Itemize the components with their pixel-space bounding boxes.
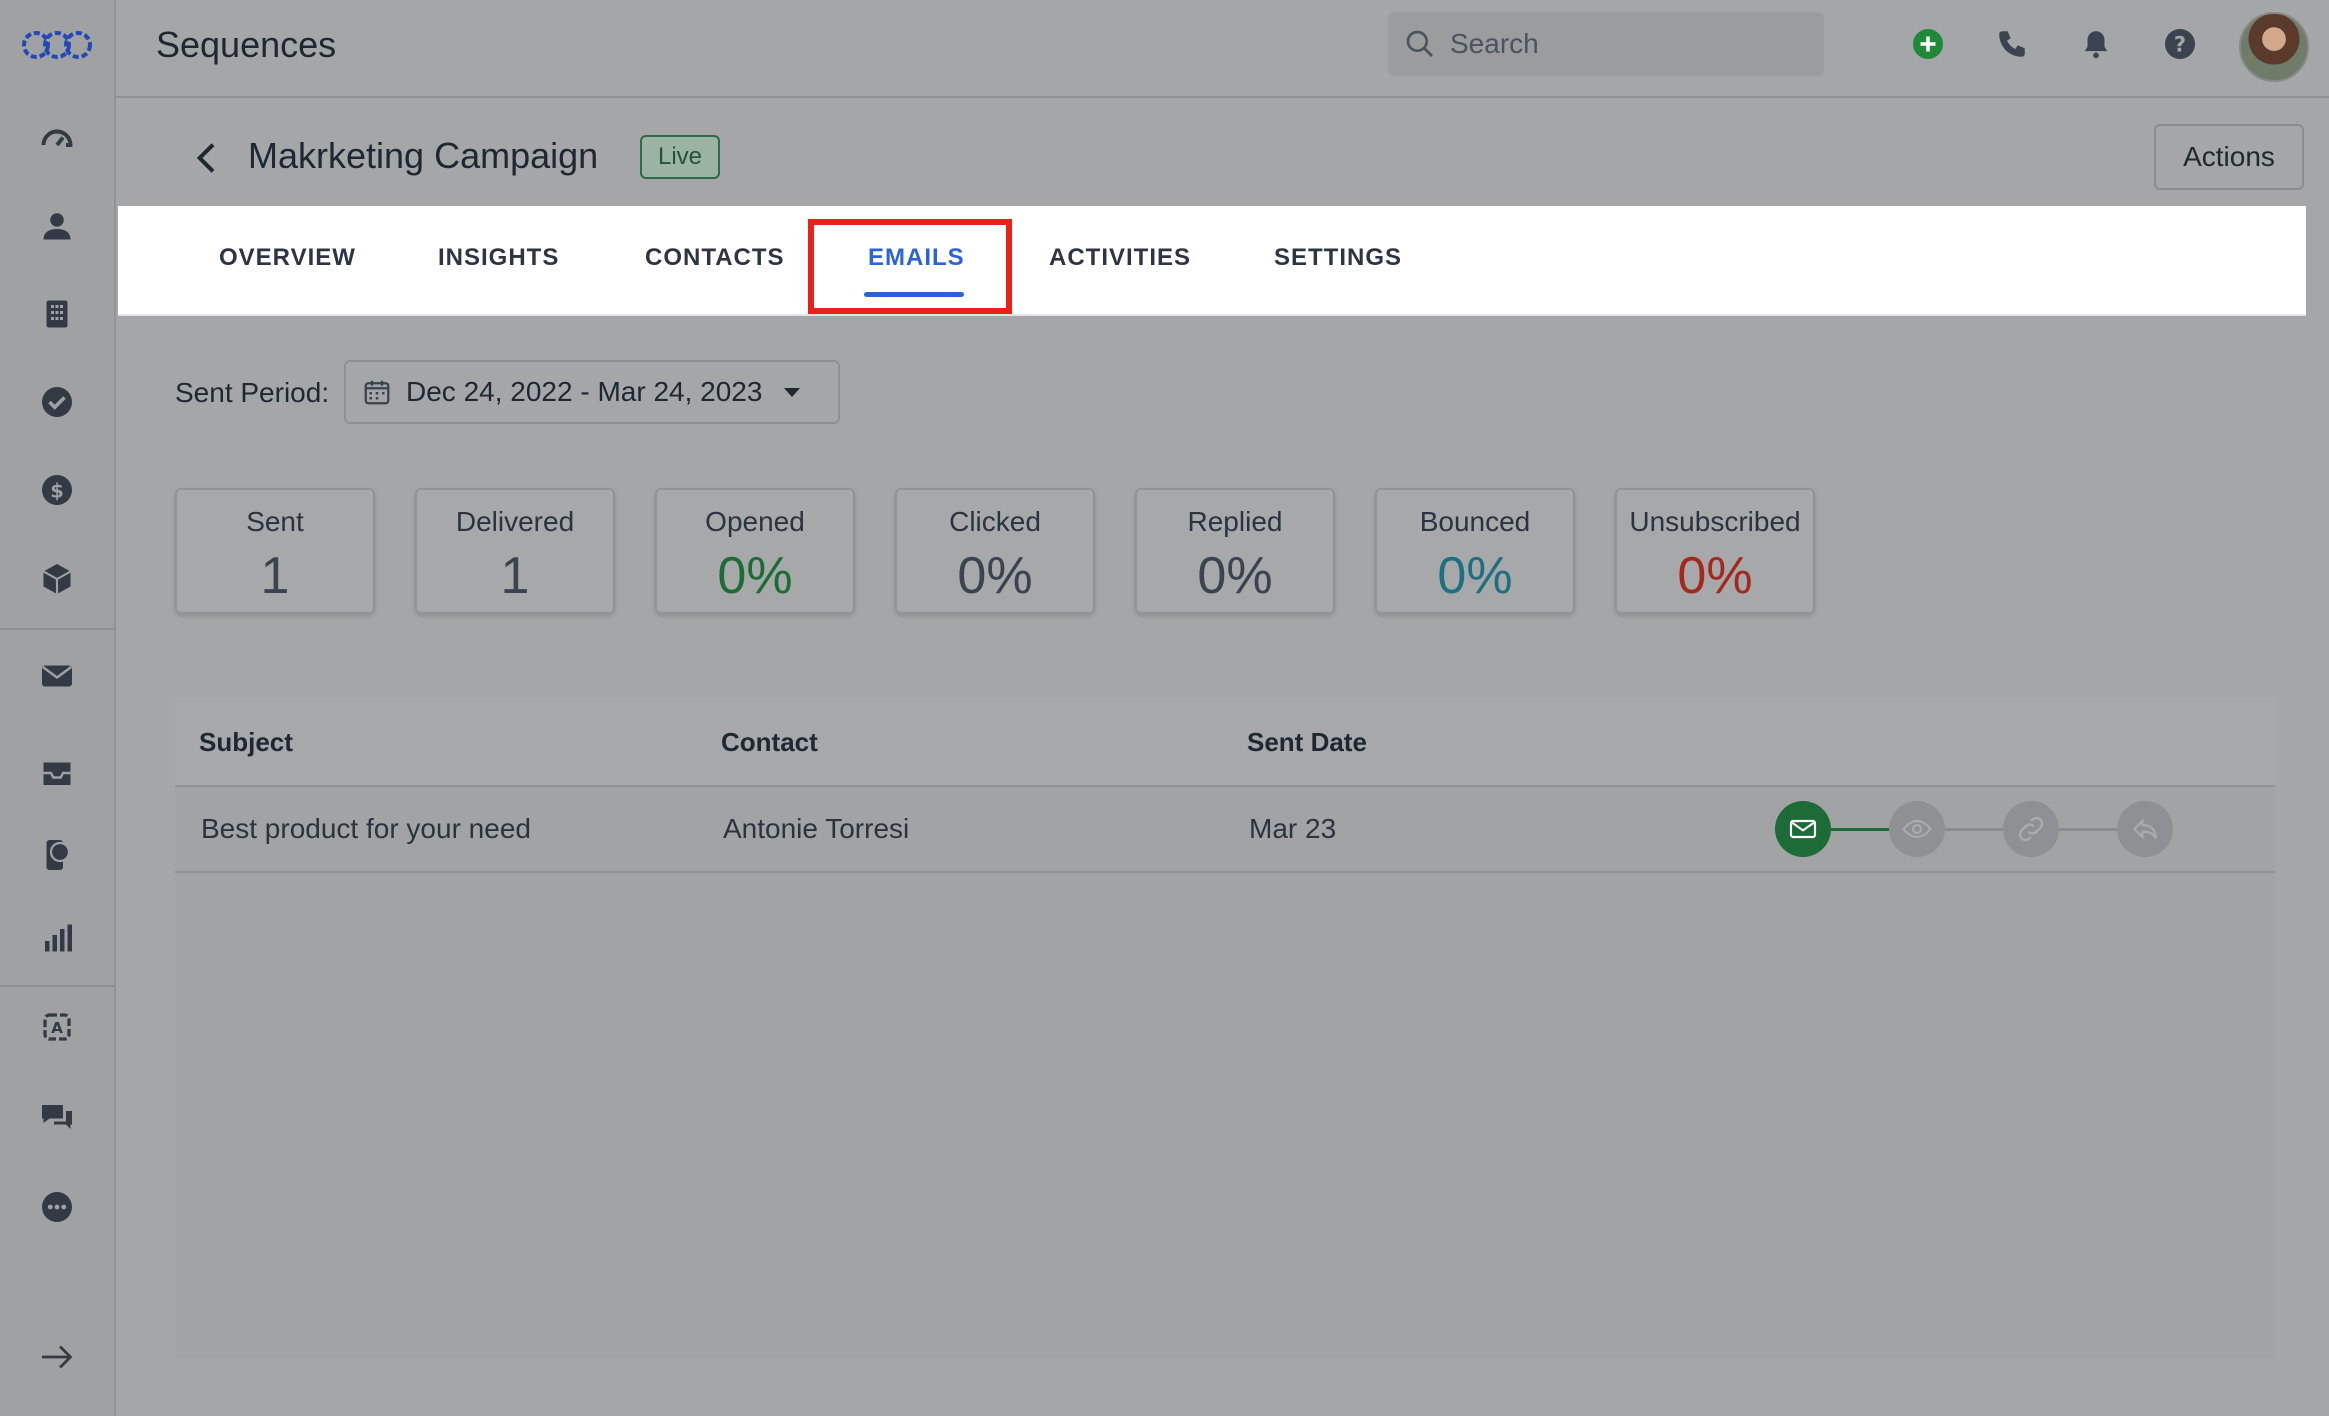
stat-card-replied: Replied 0% bbox=[1135, 488, 1335, 614]
emails-table: Subject Contact Sent Date Best product f… bbox=[175, 697, 2275, 1359]
cell-subject: Best product for your need bbox=[201, 813, 531, 844]
stat-label: Unsubscribed bbox=[1629, 506, 1801, 537]
phone-chat-icon[interactable] bbox=[36, 834, 78, 876]
stat-value: 0% bbox=[717, 547, 793, 605]
app-logo-icon[interactable] bbox=[20, 28, 94, 62]
chevron-left-icon bbox=[196, 143, 215, 173]
tab-overview[interactable]: OVERVIEW bbox=[219, 244, 356, 272]
page-title: Makrketing Campaign bbox=[248, 135, 599, 176]
status-badge: Live bbox=[640, 135, 721, 179]
stat-value: 1 bbox=[500, 547, 530, 605]
tracker-connector bbox=[2059, 828, 2117, 831]
sent-period-label: Sent Period: bbox=[175, 377, 330, 408]
svg-text:$: $ bbox=[50, 480, 64, 503]
tab-contacts[interactable]: CONTACTS bbox=[645, 244, 785, 272]
inbox-icon[interactable] bbox=[36, 752, 78, 794]
cell-sent-date: Mar 23 bbox=[1249, 813, 1337, 844]
contacts-icon[interactable] bbox=[36, 205, 78, 247]
svg-text:?: ? bbox=[2174, 33, 2186, 57]
tab-insights[interactable]: INSIGHTS bbox=[438, 244, 559, 272]
actions-button[interactable]: Actions bbox=[2154, 124, 2304, 190]
replied-icon bbox=[2117, 801, 2173, 857]
phone-icon[interactable] bbox=[1992, 24, 2032, 64]
clicked-icon bbox=[2003, 801, 2059, 857]
tracker-connector bbox=[1945, 828, 2003, 831]
stat-label: Clicked bbox=[949, 506, 1041, 537]
stat-card-unsubscribed: Unsubscribed 0% bbox=[1615, 488, 1815, 614]
caret-down-icon bbox=[784, 387, 801, 397]
left-sidebar: $ A bbox=[0, 0, 116, 1416]
sent-icon bbox=[1775, 801, 1831, 857]
search-icon bbox=[1406, 30, 1433, 57]
stat-card-bounced: Bounced 0% bbox=[1375, 488, 1575, 614]
column-header-contact[interactable]: Contact bbox=[721, 727, 818, 758]
conversations-icon[interactable] bbox=[36, 1096, 78, 1138]
stat-value: 0% bbox=[1197, 547, 1273, 605]
help-icon[interactable]: ? bbox=[2160, 24, 2200, 64]
table-header: Subject Contact Sent Date bbox=[175, 697, 2275, 787]
accounts-icon[interactable] bbox=[36, 293, 78, 335]
user-avatar[interactable] bbox=[2239, 12, 2309, 82]
email-status-tracker bbox=[1775, 801, 2185, 857]
stat-card-clicked: Clicked 0% bbox=[895, 488, 1095, 614]
stat-card-opened: Opened 0% bbox=[655, 488, 855, 614]
sidebar-divider bbox=[0, 628, 114, 630]
calendar-icon bbox=[364, 380, 390, 405]
stat-card-sent: Sent 1 bbox=[175, 488, 375, 614]
tracker-connector bbox=[1831, 828, 1889, 831]
column-header-subject[interactable]: Subject bbox=[199, 727, 293, 758]
notifications-bell-icon[interactable] bbox=[2076, 24, 2116, 64]
search-input[interactable] bbox=[1448, 27, 1812, 61]
table-row[interactable]: Best product for your need Antonie Torre… bbox=[175, 787, 2275, 873]
reports-icon[interactable] bbox=[36, 917, 78, 959]
stat-value: 0% bbox=[1677, 547, 1753, 605]
tasks-icon[interactable] bbox=[36, 381, 78, 423]
stat-value: 0% bbox=[957, 547, 1033, 605]
back-button[interactable] bbox=[188, 138, 228, 178]
more-icon[interactable] bbox=[36, 1186, 78, 1228]
products-icon[interactable] bbox=[36, 558, 78, 600]
stat-value: 1 bbox=[260, 547, 290, 605]
stat-label: Replied bbox=[1187, 506, 1283, 537]
svg-text:A: A bbox=[51, 1019, 63, 1037]
dashboard-icon[interactable] bbox=[36, 118, 78, 160]
opened-icon bbox=[1889, 801, 1945, 857]
stat-label: Delivered bbox=[455, 506, 575, 537]
sidebar-divider bbox=[0, 985, 114, 987]
add-icon[interactable] bbox=[1908, 24, 1948, 64]
deals-icon[interactable]: $ bbox=[36, 469, 78, 511]
cell-contact[interactable]: Antonie Torresi bbox=[723, 813, 909, 845]
stat-label: Sent bbox=[246, 506, 304, 537]
top-bar: Sequences ? bbox=[116, 0, 2329, 98]
email-icon[interactable] bbox=[36, 655, 78, 697]
tab-bar: OVERVIEW INSIGHTS CONTACTS EMAILS ACTIVI… bbox=[118, 206, 2306, 316]
stat-label: Opened bbox=[705, 506, 805, 537]
stat-label: Bounced bbox=[1419, 506, 1531, 537]
stat-card-delivered: Delivered 1 bbox=[415, 488, 615, 614]
sent-period-value: Dec 24, 2022 - Mar 24, 2023 bbox=[406, 376, 763, 407]
tab-highlight-box bbox=[808, 219, 1012, 314]
expand-sidebar-icon[interactable] bbox=[36, 1336, 78, 1378]
search-box[interactable] bbox=[1388, 12, 1824, 76]
automation-icon[interactable]: A bbox=[36, 1006, 78, 1048]
tab-activities[interactable]: ACTIVITIES bbox=[1049, 244, 1191, 272]
stat-value: 0% bbox=[1437, 547, 1513, 605]
column-header-sent-date[interactable]: Sent Date bbox=[1247, 727, 1367, 758]
tab-settings[interactable]: SETTINGS bbox=[1274, 244, 1402, 272]
sent-period-dropdown[interactable]: Dec 24, 2022 - Mar 24, 2023 bbox=[344, 360, 840, 424]
app-title: Sequences bbox=[156, 24, 337, 65]
